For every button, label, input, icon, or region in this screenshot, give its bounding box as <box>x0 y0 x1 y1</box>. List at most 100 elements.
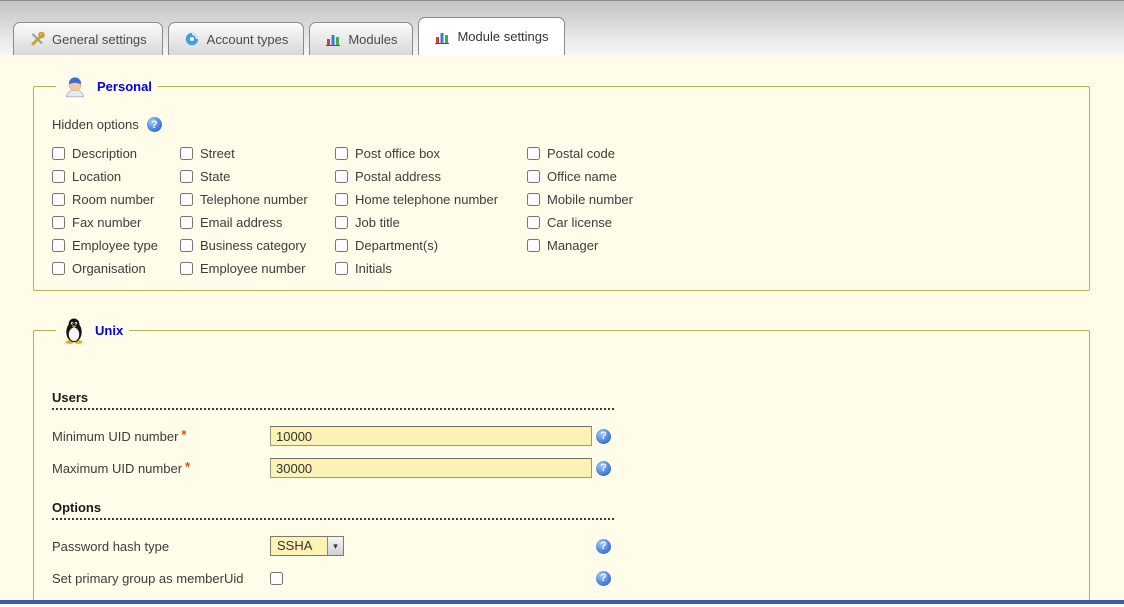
hidden-option[interactable]: Office name <box>527 167 707 186</box>
checkbox[interactable] <box>335 170 348 183</box>
hidden-option[interactable]: Street <box>180 144 335 163</box>
hidden-option[interactable]: Telephone number <box>180 190 335 209</box>
help-icon[interactable] <box>147 117 162 132</box>
checkbox-label: Business category <box>200 238 306 253</box>
help-icon[interactable] <box>596 539 611 554</box>
hidden-option[interactable]: Description <box>52 144 180 163</box>
hidden-option[interactable]: Car license <box>527 213 707 232</box>
hidden-option[interactable]: Fax number <box>52 213 180 232</box>
tab-general-settings[interactable]: General settings <box>13 22 163 55</box>
checkbox[interactable] <box>52 170 65 183</box>
help-icon[interactable] <box>596 571 611 586</box>
checkbox[interactable] <box>335 147 348 160</box>
required-asterisk <box>181 427 186 442</box>
checkbox-label: Employee type <box>72 238 158 253</box>
tab-modules[interactable]: Modules <box>309 22 413 55</box>
unix-section: Unix Users Minimum UID number Maximum UI… <box>33 317 1090 600</box>
personal-legend: Personal <box>56 73 158 99</box>
checkbox[interactable] <box>527 193 540 206</box>
module-settings-panel: Personal Hidden options Description Stre… <box>0 55 1124 600</box>
checkbox[interactable] <box>180 216 193 229</box>
unix-legend: Unix <box>56 317 129 344</box>
checkbox[interactable] <box>180 147 193 160</box>
checkbox-label: Description <box>72 146 137 161</box>
checkbox[interactable] <box>335 262 348 275</box>
checkbox[interactable] <box>527 239 540 252</box>
uid-form: Minimum UID number Maximum UID number <box>52 424 1073 480</box>
checkbox-label: Telephone number <box>200 192 308 207</box>
minimum-uid-input[interactable] <box>270 426 592 446</box>
tab-label: Module settings <box>457 29 548 44</box>
hidden-option[interactable]: Employee number <box>180 259 335 278</box>
hidden-option[interactable]: Manager <box>527 236 707 255</box>
checkbox[interactable] <box>52 193 65 206</box>
checkbox[interactable] <box>180 170 193 183</box>
checkbox[interactable] <box>180 239 193 252</box>
hidden-option[interactable]: Postal address <box>335 167 527 186</box>
account-types-icon <box>184 31 200 47</box>
checkbox[interactable] <box>52 216 65 229</box>
checkbox[interactable] <box>180 193 193 206</box>
hidden-options-row: Hidden options <box>52 117 1073 132</box>
checkbox[interactable] <box>52 262 65 275</box>
hidden-option[interactable]: Room number <box>52 190 180 209</box>
maximum-uid-input[interactable] <box>270 458 592 478</box>
checkbox-label: Organisation <box>72 261 146 276</box>
checkbox-label: Car license <box>547 215 612 230</box>
hidden-option[interactable]: Mobile number <box>527 190 707 209</box>
checkbox[interactable] <box>335 193 348 206</box>
checkbox[interactable] <box>180 262 193 275</box>
hidden-option[interactable]: Location <box>52 167 180 186</box>
hidden-option[interactable]: Job title <box>335 213 527 232</box>
tab-module-settings[interactable]: Module settings <box>418 17 564 55</box>
hidden-option[interactable]: Organisation <box>52 259 180 278</box>
personal-legend-label: Personal <box>97 79 152 94</box>
help-icon[interactable] <box>596 429 611 444</box>
hidden-option[interactable]: Postal code <box>527 144 707 163</box>
hidden-option[interactable]: Email address <box>180 213 335 232</box>
checkbox-label: Street <box>200 146 235 161</box>
hidden-option[interactable]: Business category <box>180 236 335 255</box>
checkbox[interactable] <box>527 170 540 183</box>
checkbox[interactable] <box>335 239 348 252</box>
checkbox[interactable] <box>527 216 540 229</box>
checkbox-label: Home telephone number <box>355 192 498 207</box>
options-section-header: Options <box>52 500 614 520</box>
password-hash-select[interactable]: SSHA <box>270 536 344 556</box>
tux-icon <box>62 317 86 344</box>
selected-option: SSHA <box>271 537 327 555</box>
hidden-option[interactable]: Home telephone number <box>335 190 527 209</box>
person-icon <box>62 73 88 99</box>
checkbox-label: Post office box <box>355 146 440 161</box>
hidden-option[interactable]: Post office box <box>335 144 527 163</box>
wrench-icon <box>29 31 45 47</box>
checkbox-label: Fax number <box>72 215 141 230</box>
member-uid-label: Set primary group as memberUid <box>52 566 270 590</box>
tab-account-types[interactable]: Account types <box>168 22 305 55</box>
checkbox[interactable] <box>52 147 65 160</box>
chevron-down-icon <box>327 537 343 555</box>
hidden-option[interactable]: State <box>180 167 335 186</box>
users-section-header: Users <box>52 390 614 410</box>
checkbox-label: Location <box>72 169 121 184</box>
options-form: Password hash type SSHA Set primary grou… <box>52 534 1073 590</box>
hidden-option[interactable]: Department(s) <box>335 236 527 255</box>
hidden-option[interactable]: Initials <box>335 259 527 278</box>
checkbox-label: Room number <box>72 192 154 207</box>
lam-configuration-page: General settings Account types <box>0 0 1124 607</box>
unix-legend-label: Unix <box>95 323 123 338</box>
hidden-options-grid: Description Street Post office box Posta… <box>52 144 1073 278</box>
checkbox[interactable] <box>527 147 540 160</box>
personal-section: Personal Hidden options Description Stre… <box>33 73 1090 291</box>
bar-chart-icon <box>434 29 450 45</box>
checkbox-label: Postal address <box>355 169 441 184</box>
checkbox[interactable] <box>335 216 348 229</box>
hidden-options-label: Hidden options <box>52 117 139 132</box>
checkbox[interactable] <box>52 239 65 252</box>
checkbox-label: Office name <box>547 169 617 184</box>
hidden-option[interactable]: Employee type <box>52 236 180 255</box>
member-uid-checkbox[interactable] <box>270 572 283 585</box>
checkbox-label: Manager <box>547 238 598 253</box>
bar-chart-icon <box>325 31 341 47</box>
help-icon[interactable] <box>596 461 611 476</box>
